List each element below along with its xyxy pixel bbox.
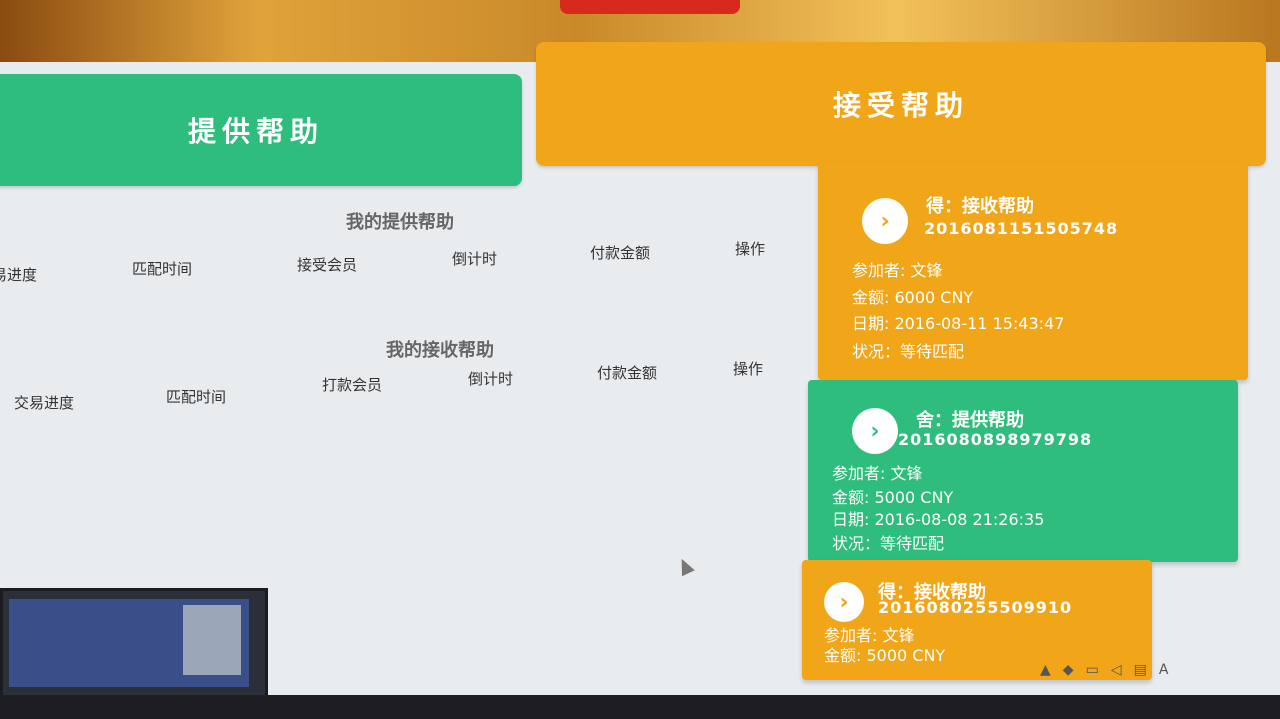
ime-indicator[interactable]: A — [1159, 662, 1169, 678]
taskbar — [0, 695, 1280, 719]
system-tray: ▲ ◆ ▭ ◁ ▤ A — [1040, 655, 1280, 685]
shield-icon[interactable]: ◆ — [1063, 662, 1074, 678]
col-amount: 付款金额 — [590, 244, 651, 262]
card-title: 得：接收帮助 — [926, 196, 1034, 217]
card-status: 状况：等待匹配 — [852, 342, 965, 361]
mouse-cursor-icon — [675, 555, 695, 577]
card-date: 日期: 2016-08-11 15:43:47 — [852, 314, 1065, 333]
desktop-thumbnail — [0, 588, 268, 704]
chevron-right-icon[interactable]: › — [862, 198, 908, 244]
card-date: 日期: 2016-08-08 21:26:35 — [832, 510, 1045, 529]
card-participant: 参加者: 文锋 — [852, 261, 943, 280]
card-id: 2016080255509910 — [878, 598, 1073, 617]
card-participant: 参加者: 文锋 — [832, 464, 923, 483]
notification-icon[interactable]: ▤ — [1134, 662, 1147, 678]
transaction-card[interactable]: › 得：接收帮助 2016081151505748 参加者: 文锋 金额: 60… — [818, 162, 1248, 380]
card-amount: 金额: 5000 CNY — [832, 488, 954, 507]
offer-help-table-title: 我的提供帮助 — [346, 212, 454, 233]
offer-help-button[interactable]: 提供帮助 — [0, 74, 522, 186]
chevron-right-icon[interactable]: › — [824, 582, 864, 622]
card-title: 舍：提供帮助 — [916, 410, 1024, 431]
col-member: 打款会员 — [322, 376, 383, 394]
chevron-right-icon[interactable]: › — [852, 408, 898, 454]
col-countdown: 倒计时 — [452, 250, 498, 268]
card-amount: 金额: 5000 CNY — [824, 646, 946, 665]
battery-icon[interactable]: ▭ — [1086, 662, 1099, 678]
card-id: 2016080898979798 — [898, 430, 1093, 449]
page: 提供帮助 接受帮助 我的提供帮助 易进度 匹配时间 接受会员 倒计时 付款金额 … — [0, 0, 1280, 719]
col-progress: 易进度 — [0, 266, 38, 284]
col-action: 操作 — [733, 360, 764, 378]
col-progress: 交易进度 — [14, 394, 75, 412]
col-action: 操作 — [735, 240, 766, 258]
card-status: 状况：等待匹配 — [832, 534, 945, 553]
col-countdown: 倒计时 — [468, 370, 514, 388]
col-amount: 付款金额 — [597, 364, 658, 382]
col-match-time: 匹配时间 — [166, 388, 227, 406]
col-match-time: 匹配时间 — [132, 260, 193, 278]
thumbnail-window — [183, 605, 241, 675]
help-tables: 我的提供帮助 易进度 匹配时间 接受会员 倒计时 付款金额 操作 我的接收帮助 … — [0, 190, 800, 430]
receive-help-table-title: 我的接收帮助 — [386, 340, 494, 361]
receive-help-button[interactable]: 接受帮助 — [536, 42, 1266, 166]
col-member: 接受会员 — [297, 256, 358, 274]
offer-help-table-header: 易进度 匹配时间 接受会员 倒计时 付款金额 操作 — [0, 240, 800, 284]
volume-icon[interactable]: ◁ — [1111, 662, 1122, 678]
network-icon[interactable]: ▲ — [1040, 662, 1051, 678]
card-id: 2016081151505748 — [924, 219, 1119, 238]
banner-logo-fragment — [560, 0, 740, 14]
receive-help-table-header: 交易进度 匹配时间 打款会员 倒计时 付款金额 操作 — [0, 360, 800, 412]
transaction-card[interactable]: › 舍：提供帮助 2016080898979798 参加者: 文锋 金额: 50… — [808, 380, 1238, 562]
card-amount: 金额: 6000 CNY — [852, 288, 974, 307]
